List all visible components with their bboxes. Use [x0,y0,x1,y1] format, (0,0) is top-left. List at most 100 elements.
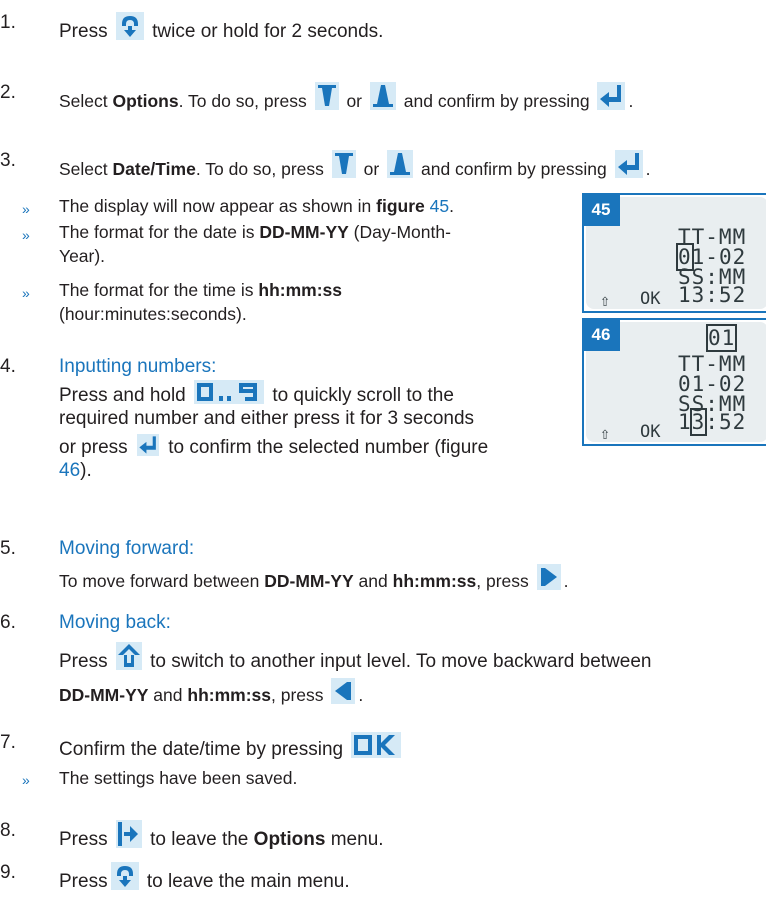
step-text: . [645,159,651,179]
bold-term: hh:mm:ss [392,571,477,591]
step-text: The display will now appear as shown in [59,196,377,216]
step-text: . [628,91,634,111]
down-button-icon [314,82,339,110]
bold-term: hh:mm:ss [187,685,271,705]
lcd-up-arrow-icon: ⇧ [600,291,611,311]
step-text: . [563,571,569,591]
step-text: Press [59,871,108,892]
step-text: The format for the time is [59,280,259,300]
bullet-glyph: » [22,285,30,301]
down-button-icon [331,150,356,178]
bold-term: DD-MM-YY [59,685,149,705]
step-number: 8. [0,820,16,841]
step-number: 7. [0,732,16,753]
step-text: The format for the date is [59,222,260,242]
step-text: , press [271,685,324,705]
figure-45-display: TT-MM 01-02 SS:MM 13:52 ⇧ OK 45 [582,193,766,313]
exit-button-icon [115,820,142,848]
step-text: to switch to another input level. To mov… [150,651,652,672]
figure-link[interactable]: 46 [59,460,80,481]
enter-button-icon [597,82,626,110]
up-button-icon [387,150,414,178]
step-text: Press [59,829,108,850]
bold-term: hh:mm:ss [258,280,342,300]
figure-link[interactable]: 45 [425,196,449,216]
step-text: to leave the [150,829,254,850]
lcd-line: 13:52 [678,283,747,307]
step-text: . To do so, press [195,159,324,179]
step-text: Press [59,651,108,672]
step-4-text: Press and hold to quickly scroll to the [59,380,454,407]
ok-button-icon [351,732,402,758]
step-text: and [148,685,188,705]
menu-button-icon [110,862,139,890]
bullet-text-cont: Year). [59,246,106,266]
digit-range-icon [194,380,265,404]
step-text: twice or hold for 2 seconds. [152,21,384,42]
step-text: and [353,571,393,591]
step-number: 3. [0,150,16,171]
bullet-text-cont: (hour:minutes:seconds). [59,304,247,324]
enter-button-icon [136,434,160,456]
bullet-glyph: » [22,227,30,243]
step-text: to quickly scroll to the [272,385,454,406]
step-text: , press [476,571,529,591]
figure-label: 45 [582,193,620,226]
step-text: Select [59,91,113,111]
step-8-text: Press to leave the Options menu. [59,820,384,851]
step-text: or [363,159,380,179]
lcd-ok-label: OK [640,289,661,309]
shift-up-button-icon [115,642,142,670]
step-text: to leave the main menu. [146,871,350,892]
lcd-cursor: 01 [705,324,738,352]
step-text: Confirm the date/time by pressing [59,739,344,760]
step-3-text: Select Date/Time. To do so, press or and… [59,150,651,180]
forward-button-icon [536,564,561,590]
lcd-cursor: 3 [689,408,708,436]
back-button-icon [331,678,356,704]
step-text: menu. [325,829,384,850]
bold-term: DD-MM-YY [259,222,349,242]
step-7-text: Confirm the date/time by pressing [59,732,404,761]
step-number: 6. [0,612,16,633]
lcd-line: 13:52 [678,408,747,436]
step-number: 4. [0,356,16,377]
bold-term: Date/Time [112,159,196,179]
bullet-text: The settings have been saved. [59,768,298,788]
step-text: Press and hold [59,385,186,406]
step-number: 5. [0,538,16,559]
step-text: to confirm the selected number (figure [168,437,489,458]
lcd-up-arrow-icon: ⇧ [600,424,611,444]
step-text: (Day-Month- [348,222,451,242]
step-number: 9. [0,862,16,883]
step-text: . To do so, press [178,91,307,111]
step-4-title: Inputting numbers: [59,356,217,377]
step-9-text: Press to leave the main menu. [59,862,350,893]
step-text: . [449,196,454,216]
bullet-text: The format for the time is hh:mm:ss [59,280,342,301]
step-text: Press [59,21,108,42]
step-6-text-2: DD-MM-YY and hh:mm:ss, press . [59,678,363,706]
bullet-glyph: » [22,772,30,788]
step-text: and confirm by pressing [420,159,607,179]
step-4-text-4: 46). [59,460,92,482]
step-6-title: Moving back: [59,612,171,633]
step-4-text-3: or press to confirm the selected number … [59,434,488,459]
figure-46-display: 01 TT-MM 01-02 SS:MM 13:52 ⇧ OK 46 [582,318,766,446]
menu-button-icon [115,12,144,40]
step-4-text-2: required number and either press it for … [59,408,475,429]
lcd-line: 01 [705,324,738,352]
step-text: or press [59,437,128,458]
figure-label: 46 [582,318,620,351]
step-number: 2. [0,82,16,103]
step-text: ). [80,460,92,481]
bold-term: figure [376,196,425,216]
step-text: To move forward between [59,571,265,591]
bullet-text: The display will now appear as shown in … [59,196,454,217]
bold-term: DD-MM-YY [264,571,354,591]
step-text: Select [59,159,113,179]
bold-term: Options [253,829,326,850]
lcd-ok-label: OK [640,422,661,442]
step-text: and confirm by pressing [403,91,590,111]
step-5-text: To move forward between DD-MM-YY and hh:… [59,564,569,592]
